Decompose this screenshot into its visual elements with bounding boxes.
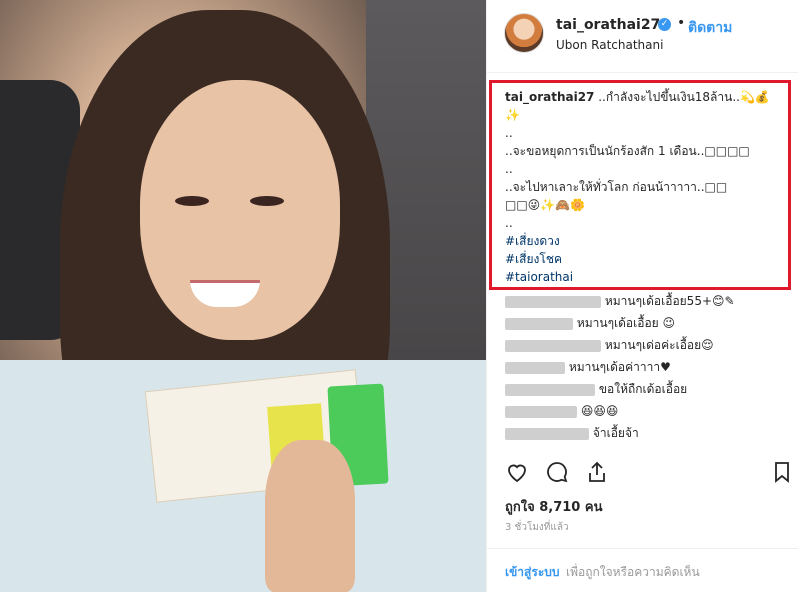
post-header: tai_orathai27 ✓ • ติดตาม Ubon Ratchathan… <box>487 0 798 73</box>
separator-dot: • <box>677 15 686 31</box>
caption-username[interactable]: tai_orathai27 <box>505 90 594 104</box>
comment-list: หมานๆเด้อเอื้อย55+😊✎ หมานๆเด้อเอื้อย 😉 ห… <box>505 290 795 444</box>
login-bar: เข้าสู่ระบบ เพื่อถูกใจหรือความคิดเห็น <box>487 548 798 593</box>
comment-text: หมานๆเด้อเอื้อย55+😊✎ <box>604 294 735 308</box>
blurred-username <box>505 383 595 396</box>
blurred-username <box>505 361 565 374</box>
comment-text: หมานๆเด่อค่ะเอื้อย😌 <box>604 338 714 352</box>
hashtag-link[interactable]: #taiorathai <box>505 268 781 286</box>
caption-line: ..จะขอหยุดการเป็นนักร้องสัก 1 เดือน..□□□… <box>505 144 750 158</box>
comment-item: 😆😆😆 <box>505 400 795 422</box>
comment-text: จ้าเอื้ยจ้า <box>592 426 639 440</box>
blurred-username <box>505 427 589 440</box>
post-caption: tai_orathai27 ..กำลังจะไปขึ้นเงิน18ล้าน.… <box>505 88 781 286</box>
caption-line: ✨ <box>505 108 520 122</box>
comment-text: หมานๆเด้อเอื้อย 😉 <box>576 316 676 330</box>
bookmark-icon[interactable] <box>770 460 794 491</box>
share-icon[interactable] <box>585 460 609 491</box>
comment-item: หมานๆเด่อค่ะเอื้อย😌 <box>505 334 795 356</box>
comment-item: หมานๆเด้อเอื้อย55+😊✎ <box>505 290 795 312</box>
comment-item: จ้าเอื้ยจ้า <box>505 422 795 444</box>
login-prompt-text: เพื่อถูกใจหรือความคิดเห็น <box>566 565 700 579</box>
post-side-panel: tai_orathai27 ✓ • ติดตาม Ubon Ratchathan… <box>486 0 798 592</box>
action-bar <box>505 460 795 490</box>
location-link[interactable]: Ubon Ratchathani <box>556 38 663 52</box>
caption-text: ..กำลังจะไปขึ้นเงิน18ล้าน..💫💰 <box>594 90 770 104</box>
comment-text: หมานๆเด้อค่าาาา♥ <box>568 360 671 374</box>
comment-text: 😆😆😆 <box>580 404 619 418</box>
blurred-username <box>505 405 577 418</box>
verified-badge-icon: ✓ <box>658 18 671 31</box>
caption-line: ..จะไปหาเลาะให้ทั่วโลก ก่อนน้าาาาา..□□ <box>505 180 728 194</box>
comment-icon[interactable] <box>545 460 569 491</box>
post-photo[interactable] <box>0 0 486 592</box>
eye-right <box>250 196 284 206</box>
username-link[interactable]: tai_orathai27 <box>556 17 660 33</box>
comment-text: ขอให้ถืกเด้อเอื้อย <box>598 382 688 396</box>
caption-line: □□😜✨🙈🌼 <box>505 198 586 212</box>
blurred-username <box>505 295 601 308</box>
heart-icon[interactable] <box>505 460 529 491</box>
comment-item: หมานๆเด้อค่าาาา♥ <box>505 356 795 378</box>
hashtag-link[interactable]: #เสี่ยงดวง <box>505 232 781 250</box>
eye-left <box>175 196 209 206</box>
post-timestamp: 3 ชั่วโมงที่แล้ว <box>505 522 569 533</box>
follow-button[interactable]: ติดตาม <box>688 17 732 39</box>
login-link[interactable]: เข้าสู่ระบบ <box>505 563 560 582</box>
comment-item: ขอให้ถืกเด้อเอื้อย <box>505 378 795 400</box>
caption-line: .. <box>505 216 513 230</box>
like-count[interactable]: ถูกใจ 8,710 คน <box>505 496 602 517</box>
caption-line: .. <box>505 162 513 176</box>
caption-line: .. <box>505 126 513 140</box>
blurred-username <box>505 317 573 330</box>
blurred-username <box>505 339 601 352</box>
hand <box>265 440 355 592</box>
avatar[interactable] <box>504 13 544 53</box>
comment-item: หมานๆเด้อเอื้อย 😉 <box>505 312 795 334</box>
hashtag-link[interactable]: #เสี่ยงโชค <box>505 250 781 268</box>
